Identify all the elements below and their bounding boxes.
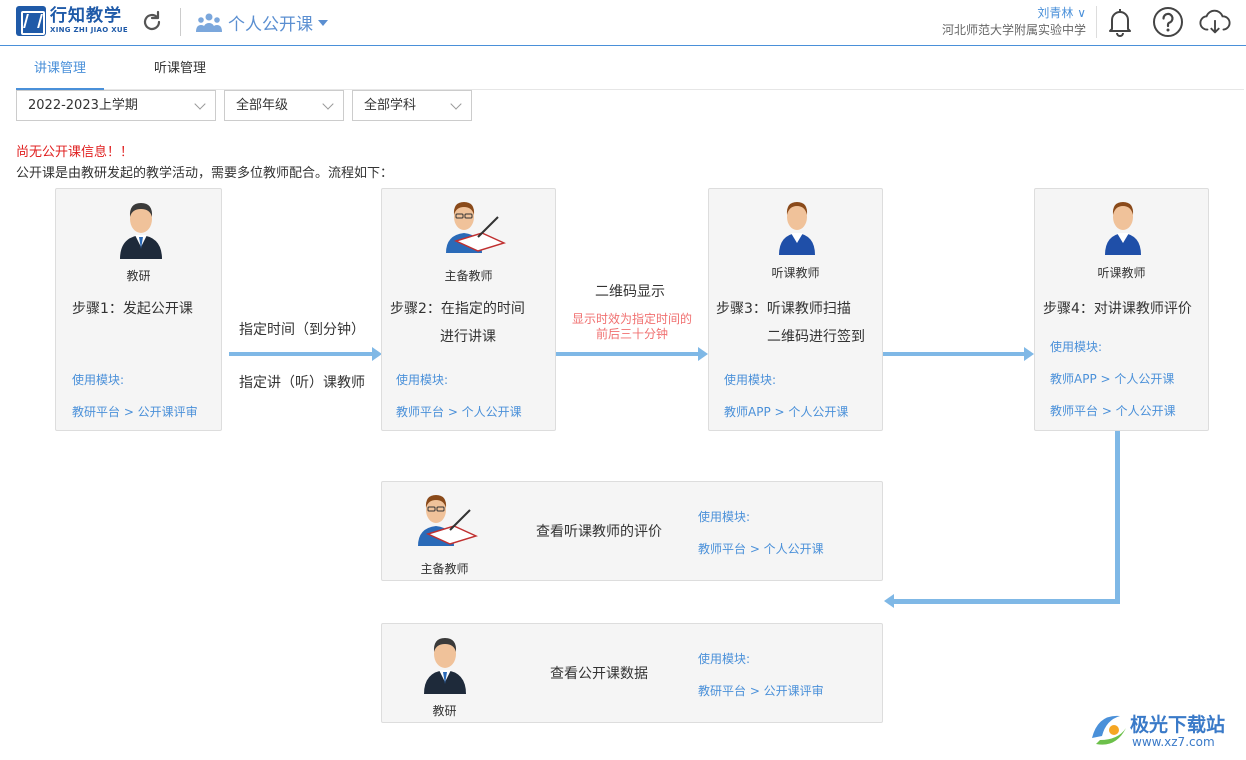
module-link[interactable]: 教师APP > 个人公开课 <box>1050 370 1174 387</box>
arrow-right <box>556 347 708 361</box>
module-link[interactable]: 教师平台 > 个人公开课 <box>1050 402 1176 419</box>
step-role: 教研 <box>126 269 151 283</box>
chevron-down-icon <box>450 98 462 110</box>
chevron-down-icon <box>322 98 334 110</box>
module-label: 使用模块: <box>396 373 449 387</box>
logo-mark-icon <box>16 6 46 36</box>
user-school: 河北师范大学附属实验中学 <box>941 23 1086 37</box>
step-text-cont: 二维码进行签到 <box>767 329 865 345</box>
app-header: 行知教学 XING ZHI JIAO XUE 个人公开课 刘青林 ∨ 河北师范大… <box>0 0 1246 46</box>
chevron-down-icon <box>318 19 328 26</box>
step-text-cont: 进行讲课 <box>440 329 496 345</box>
step-text: 步骤3：听课教师扫描 <box>716 301 851 317</box>
watermark-logo-icon <box>1092 715 1126 745</box>
step-role: 听课教师 <box>771 266 820 280</box>
arrow-left <box>884 594 1120 608</box>
help-icon[interactable] <box>1152 6 1184 38</box>
arrow-right <box>229 347 382 361</box>
step-card-3: 听课教师 步骤3：听课教师扫描 二维码进行签到 使用模块: 教师APP > 个人… <box>708 188 883 431</box>
grade-select[interactable]: 全部年级 <box>224 90 344 121</box>
subject-select[interactable]: 全部学科 <box>352 90 472 121</box>
module-label: 个人公开课 <box>228 15 313 35</box>
card-text: 查看公开课数据 <box>550 666 648 682</box>
step-text: 步骤1：发起公开课 <box>72 301 193 317</box>
subject-value: 全部学科 <box>364 98 417 113</box>
user-info[interactable]: 刘青林 ∨ 河北师范大学附属实验中学 <box>942 5 1086 39</box>
cloud-download-icon[interactable] <box>1199 6 1231 38</box>
watermark-url: www.xz7.com <box>1132 735 1215 749</box>
grade-value: 全部年级 <box>236 98 289 113</box>
researcher-avatar-icon <box>120 203 162 259</box>
connector-1-top-text: 指定时间（到分钟） <box>239 322 365 338</box>
module-label: 使用模块: <box>698 510 751 524</box>
header-divider <box>180 8 181 36</box>
empty-notice: 尚无公开课信息！！ <box>16 145 134 160</box>
watermark-title: 极光下载站 <box>1130 714 1226 736</box>
card-role: 主备教师 <box>420 562 469 576</box>
step-card-1: 教研 步骤1：发起公开课 使用模块: 教研平台 > 公开课评审 <box>55 188 222 431</box>
header-divider-right <box>1096 6 1097 38</box>
step-role: 主备教师 <box>444 269 493 283</box>
listener-teacher-avatar-icon <box>779 202 815 255</box>
module-label: 使用模块: <box>72 373 125 387</box>
step-card-2: 主备教师 步骤2：在指定的时间 进行讲课 使用模块: 教师平台 > 个人公开课 <box>381 188 556 431</box>
lead-teacher-avatar-icon <box>446 202 506 253</box>
researcher-avatar-icon <box>424 638 466 694</box>
step-text: 步骤2：在指定的时间 <box>390 301 525 317</box>
flow-description: 公开课是由教研发起的教学活动，需要多位教师配合。流程如下： <box>16 166 394 181</box>
tab-listen-management[interactable]: 听课管理 <box>136 52 224 90</box>
step-card-4: 听课教师 步骤4：对讲课教师评价 使用模块: 教师APP > 个人公开课 教师平… <box>1034 188 1209 431</box>
module-label: 使用模块: <box>724 373 777 387</box>
arrow-right <box>883 347 1034 361</box>
module-label: 使用模块: <box>698 652 751 666</box>
watermark: 极光下载站 www.xz7.com <box>1088 708 1238 752</box>
term-value: 2022-2023上学期 <box>28 98 138 113</box>
card-text: 查看听课教师的评价 <box>536 524 662 540</box>
logo-subtitle: XING ZHI JIAO XUE <box>50 26 128 34</box>
connector-2-top-text: 二维码显示 <box>595 284 665 300</box>
module-link[interactable]: 教研平台 > 公开课评审 <box>72 403 198 420</box>
module-link[interactable]: 教师APP > 个人公开课 <box>724 403 848 420</box>
chevron-down-icon <box>194 98 206 110</box>
module-link[interactable]: 教研平台 > 公开课评审 <box>698 682 824 699</box>
step-role: 听课教师 <box>1097 266 1146 280</box>
arrow-down-segment <box>1115 431 1120 603</box>
module-link[interactable]: 教师平台 > 个人公开课 <box>396 403 522 420</box>
review-card: 主备教师 查看听课教师的评价 使用模块: 教师平台 > 个人公开课 <box>381 481 883 581</box>
module-label: 使用模块: <box>1050 340 1103 354</box>
listener-teacher-avatar-icon <box>1105 202 1141 255</box>
data-card: 教研 查看公开课数据 使用模块: 教研平台 > 公开课评审 <box>381 623 883 723</box>
refresh-icon[interactable] <box>140 10 164 34</box>
bell-icon[interactable] <box>1104 6 1136 38</box>
card-role: 教研 <box>432 704 457 718</box>
lead-teacher-avatar-icon <box>418 495 478 546</box>
tab-bar: 讲课管理 听课管理 <box>16 52 1244 90</box>
term-select[interactable]: 2022-2023上学期 <box>16 90 216 121</box>
app-logo[interactable]: 行知教学 XING ZHI JIAO XUE <box>16 6 128 36</box>
step-text: 步骤4：对讲课教师评价 <box>1043 301 1192 317</box>
group-icon <box>196 13 222 32</box>
connector-2-note: 显示时效为指定时间的前后三十分钟 <box>572 312 693 341</box>
logo-title: 行知教学 <box>50 6 122 26</box>
user-name[interactable]: 刘青林 ∨ <box>942 5 1086 22</box>
module-link[interactable]: 教师平台 > 个人公开课 <box>698 540 824 557</box>
module-dropdown[interactable]: 个人公开课 <box>196 10 328 35</box>
tab-lecture-management[interactable]: 讲课管理 <box>16 52 104 90</box>
connector-1-bottom-text: 指定讲（听）课教师 <box>239 375 365 391</box>
